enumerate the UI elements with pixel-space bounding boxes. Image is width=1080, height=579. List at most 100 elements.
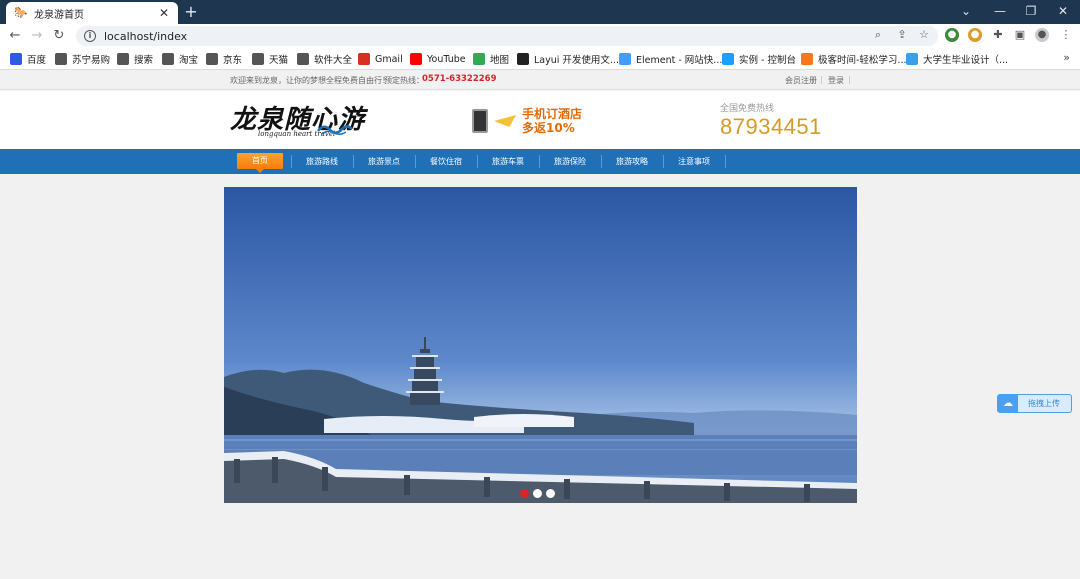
hotline-number: 0571-63322269 <box>422 74 497 84</box>
bookmark-item[interactable]: 百度 <box>10 52 46 66</box>
bookmark-item[interactable]: 实例 - 控制台 <box>722 52 796 66</box>
login-link[interactable]: 登录 <box>828 75 844 86</box>
bookmark-label: 实例 - 控制台 <box>739 55 796 66</box>
web-page: 欢迎来到龙泉，让你的梦想全程免费自由行！ 预定热线： 0571-63322269… <box>0 71 1080 579</box>
reload-icon[interactable]: ↻ <box>50 27 68 45</box>
bookmark-item[interactable]: 淘宝 <box>162 52 198 66</box>
bookmark-label: 软件大全 <box>314 55 353 66</box>
separator: | <box>848 75 851 84</box>
bookmark-label: Gmail <box>375 53 403 65</box>
site-header: 龙泉随心游 longquan heart travel 手机订酒店 多返10% … <box>0 91 1080 149</box>
restore-button[interactable]: ❐ <box>1018 2 1044 20</box>
promo-line-1: 手机订酒店 <box>522 107 583 121</box>
browser-tab[interactable]: 🐎 龙泉游首页 ✕ <box>6 2 178 24</box>
close-tab-icon[interactable]: ✕ <box>158 6 170 20</box>
bookmark-item[interactable]: YouTube <box>410 52 466 66</box>
bookmark-label: Element - 网站快... <box>636 55 723 66</box>
nav-notices[interactable]: 注意事项 <box>663 149 725 174</box>
forward-arrow-icon[interactable]: → <box>28 27 46 45</box>
bookmark-label: 京东 <box>223 55 243 66</box>
youtube-icon <box>410 53 422 65</box>
free-hotline-label: 全国免费热线 <box>720 104 775 114</box>
cloud-icon <box>722 53 734 65</box>
nav-insurance[interactable]: 旅游保险 <box>539 149 601 174</box>
address-bar[interactable]: i localhost/index <box>76 26 938 46</box>
geek-icon <box>801 53 813 65</box>
slider-dot[interactable] <box>533 489 542 498</box>
promo-line-2: 多返10% <box>522 121 575 135</box>
bookmarks-more-icon[interactable]: » <box>1063 51 1070 64</box>
bookmark-item[interactable]: Element - 网站快... <box>619 52 722 66</box>
bookmark-label: 淘宝 <box>179 55 199 66</box>
bookmark-item[interactable]: 搜索 <box>117 52 153 66</box>
menu-kebab-icon[interactable]: ⋮ <box>1058 27 1074 43</box>
register-link[interactable]: 会员注册 <box>785 75 817 86</box>
minimize-button[interactable]: — <box>987 2 1013 20</box>
bookmarks-bar: » 百度 苏宁易购 搜索 淘宝 京东 天猫 软件大全 Gmail YouTube 地图 Layui … <box>0 48 1080 70</box>
bookmark-item[interactable]: 京东 <box>206 52 242 66</box>
bookmark-item[interactable]: Layui 开发使用文... <box>517 52 619 66</box>
maps-icon <box>473 53 485 65</box>
slider-dot[interactable] <box>546 489 555 498</box>
url-text[interactable]: localhost/index <box>104 30 187 43</box>
nav-attractions[interactable]: 旅游景点 <box>353 149 415 174</box>
globe-icon <box>162 53 174 65</box>
info-icon[interactable]: i <box>84 30 96 42</box>
bookmark-label: 大学生毕业设计（... <box>923 55 1009 66</box>
nav-home[interactable]: 首页 <box>237 153 283 173</box>
profile-avatar-icon[interactable]: ● <box>1035 28 1049 42</box>
bookmark-item[interactable]: 地图 <box>473 52 509 66</box>
nav-divider <box>725 155 726 168</box>
bookmark-item[interactable]: Gmail <box>358 52 403 66</box>
paper-plane-icon <box>494 115 516 127</box>
bookmark-item[interactable]: 大学生毕业设计（... <box>906 52 1008 66</box>
upload-label: 拖拽上传 <box>1028 399 1060 408</box>
browser-tabstrip: 🐎 龙泉游首页 ✕ + ⌄ — ❐ ✕ <box>0 0 1080 24</box>
extension-cookie-icon[interactable]: ● <box>968 28 982 42</box>
wave-icon <box>317 125 353 136</box>
layui-icon <box>517 53 529 65</box>
globe-icon <box>55 53 67 65</box>
new-tab-button[interactable]: + <box>182 3 200 21</box>
nav-tickets[interactable]: 旅游车票 <box>477 149 539 174</box>
drag-upload-widget[interactable]: ☁ 拖拽上传 <box>997 394 1072 413</box>
nav-routes[interactable]: 旅游路线 <box>291 149 353 174</box>
bookmark-item[interactable]: 天猫 <box>252 52 288 66</box>
bookmark-label: 苏宁易购 <box>72 55 111 66</box>
bookmark-item[interactable]: 极客时间-轻松学习... <box>801 52 907 66</box>
nav-dining-lodging[interactable]: 餐饮住宿 <box>415 149 477 174</box>
bookmark-star-icon[interactable]: ☆ <box>916 27 932 43</box>
nav-guides[interactable]: 旅游攻略 <box>601 149 663 174</box>
share-icon[interactable]: ⇪ <box>894 27 910 43</box>
tab-title: 龙泉游首页 <box>34 9 84 21</box>
gmail-icon <box>358 53 370 65</box>
element-icon <box>619 53 631 65</box>
slider-dot[interactable] <box>520 489 529 498</box>
banner-scene <box>224 337 857 503</box>
bookmark-label: YouTube <box>427 53 466 65</box>
close-window-button[interactable]: ✕ <box>1050 2 1076 20</box>
back-arrow-icon[interactable]: ← <box>6 27 24 45</box>
bookmark-item[interactable]: 苏宁易购 <box>55 52 110 66</box>
bookmark-label: 搜索 <box>134 55 154 66</box>
site-logo[interactable]: 龙泉随心游 longquan heart travel <box>230 99 364 143</box>
globe-icon <box>297 53 309 65</box>
top-info-bar: 欢迎来到龙泉，让你的梦想全程免费自由行！ 预定热线： 0571-63322269… <box>0 71 1080 90</box>
tab-search-chevron-icon[interactable]: ⌄ <box>953 2 979 20</box>
hero-banner[interactable] <box>224 187 857 503</box>
grad-icon <box>906 53 918 65</box>
bookmark-label: 地图 <box>490 55 510 66</box>
main-nav: 首页 旅游路线 旅游景点 餐饮住宿 旅游车票 旅游保险 旅游攻略 注意事项 <box>0 149 1080 174</box>
bookmark-label: Layui 开发使用文... <box>534 55 619 66</box>
hotel-promo-banner[interactable]: 手机订酒店 多返10% <box>472 103 602 139</box>
bookmark-label: 极客时间-轻松学习... <box>818 55 907 66</box>
cloud-upload-icon: ☁ <box>998 395 1018 412</box>
side-panel-icon[interactable]: ▣ <box>1012 27 1028 43</box>
bookmark-item[interactable]: 软件大全 <box>297 52 352 66</box>
welcome-text: 欢迎来到龙泉，让你的梦想全程免费自由行！ <box>230 76 390 85</box>
globe-icon <box>206 53 218 65</box>
extension-globe-icon[interactable]: ● <box>945 28 959 42</box>
zoom-icon[interactable]: ⌕ <box>870 27 886 43</box>
extensions-puzzle-icon[interactable]: ✚ <box>990 27 1006 43</box>
free-hotline: 全国免费热线 87934451 <box>720 101 822 140</box>
